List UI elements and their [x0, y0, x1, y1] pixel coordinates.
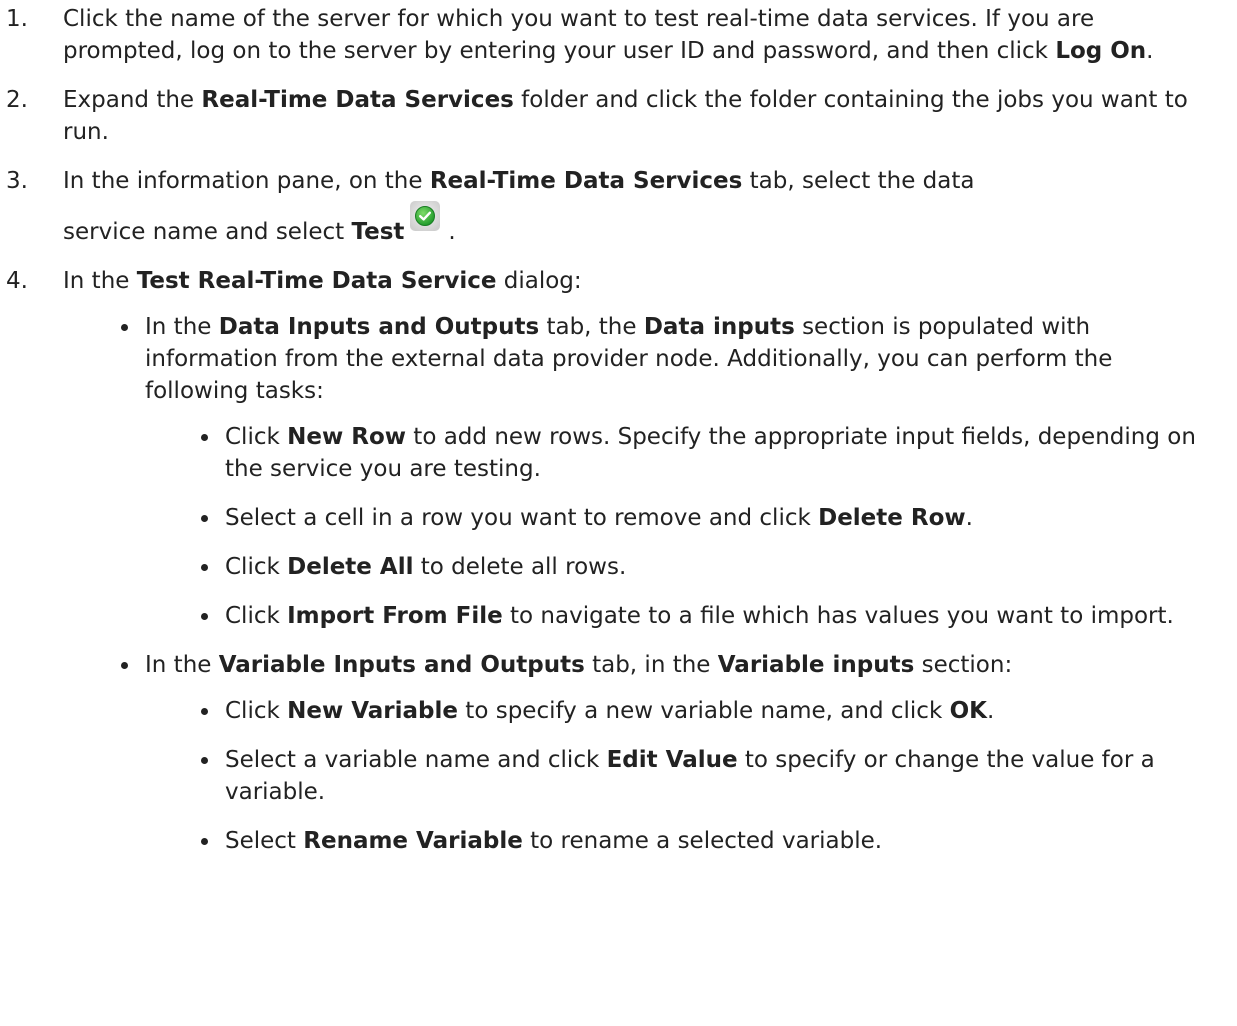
- ui-term: Test Real-Time Data Service: [136, 268, 497, 294]
- bullet-text: Click: [225, 424, 288, 450]
- ui-term: New Row: [287, 424, 406, 450]
- bullet-text: to specify a new variable name, and clic…: [458, 698, 950, 724]
- ui-term: Real-Time Data Services: [201, 87, 514, 113]
- step-text: In the: [63, 268, 137, 294]
- step-1: 1. Click the name of the server for whic…: [0, 3, 1237, 67]
- bullet-icon: [121, 324, 128, 331]
- bullet-icon: [201, 838, 208, 845]
- list-item: Click Delete All to delete all rows.: [145, 551, 1217, 583]
- bullet-text: Select: [225, 828, 304, 854]
- document-body: 1. Click the name of the server for whic…: [0, 0, 1237, 857]
- bullet-text: section:: [914, 652, 1013, 678]
- bullet-text: Select a variable name and click: [225, 747, 607, 773]
- list-item: In the Variable Inputs and Outputs tab, …: [63, 649, 1217, 857]
- bullet-text: .: [965, 505, 973, 531]
- bullet-text: In the: [145, 314, 219, 340]
- list-item: Select a variable name and click Edit Va…: [145, 744, 1217, 808]
- bullet-text: Select a cell in a row you want to remov…: [225, 505, 819, 531]
- ui-term: Edit Value: [606, 747, 738, 773]
- data-tasks-list: Click New Row to add new rows. Specify t…: [145, 421, 1217, 632]
- bullet-icon: [201, 564, 208, 571]
- step-2: 2. Expand the Real-Time Data Services fo…: [0, 84, 1237, 148]
- bullet-icon: [201, 613, 208, 620]
- step-text: Expand the: [63, 87, 202, 113]
- dialog-tabs-list: In the Data Inputs and Outputs tab, the …: [63, 311, 1217, 857]
- bullet-text: Click: [225, 603, 288, 629]
- list-item: In the Data Inputs and Outputs tab, the …: [63, 311, 1217, 632]
- steps-list: 1. Click the name of the server for whic…: [0, 3, 1237, 857]
- ui-term: Import From File: [287, 603, 503, 629]
- list-item: Select a cell in a row you want to remov…: [145, 502, 1217, 534]
- step-text: .: [1146, 38, 1154, 64]
- bullet-text: tab, in the: [584, 652, 718, 678]
- step-text: Click the name of the server for which y…: [63, 6, 1095, 64]
- bullet-text: to navigate to a file which has values y…: [502, 603, 1174, 629]
- bullet-text: .: [986, 698, 995, 724]
- ui-term: Variable Inputs and Outputs: [218, 652, 585, 678]
- step-4: 4. In the Test Real-Time Data Service di…: [0, 265, 1237, 857]
- step-text: In the information pane, on the: [63, 168, 430, 194]
- variable-tasks-list: Click New Variable to specify a new vari…: [145, 695, 1217, 857]
- ui-term: OK: [949, 698, 987, 724]
- list-item: Click Import From File to navigate to a …: [145, 600, 1217, 632]
- list-item: Select Rename Variable to rename a selec…: [145, 825, 1217, 857]
- step-text: dialog:: [496, 268, 582, 294]
- ui-term: Real-Time Data Services: [429, 168, 743, 194]
- step-text: tab, select the data: [742, 168, 975, 194]
- bullet-icon: [201, 434, 208, 441]
- bullet-text: Click: [225, 554, 288, 580]
- bullet-text: to rename a selected variable.: [522, 828, 883, 854]
- bullet-icon: [201, 708, 208, 715]
- bullet-icon: [201, 757, 208, 764]
- step-number: 2.: [6, 87, 28, 113]
- ui-term: Log On: [1055, 38, 1147, 64]
- ui-term: Test: [351, 219, 405, 245]
- bullet-text: tab, the: [539, 314, 644, 340]
- list-item: Click New Variable to specify a new vari…: [145, 695, 1217, 727]
- bullet-text: Click: [225, 698, 288, 724]
- ui-term: New Variable: [287, 698, 458, 724]
- ui-term: Variable inputs: [717, 652, 915, 678]
- ui-term: Rename Variable: [303, 828, 523, 854]
- list-item: Click New Row to add new rows. Specify t…: [145, 421, 1217, 485]
- bullet-icon: [121, 662, 128, 669]
- green-check-test-icon: [408, 201, 448, 242]
- ui-term: Delete Row: [818, 505, 966, 531]
- ui-term: Data Inputs and Outputs: [218, 314, 540, 340]
- step-number: 1.: [6, 6, 28, 32]
- step-3: 3. In the information pane, on the Real-…: [0, 165, 1237, 248]
- ui-term: Delete All: [287, 554, 414, 580]
- step-number: 3.: [6, 168, 28, 194]
- bullet-text: In the: [145, 652, 219, 678]
- step-text: .: [448, 219, 456, 245]
- step-line: service name and select Test .: [63, 201, 1217, 248]
- step-text: service name and select: [63, 219, 352, 245]
- bullet-icon: [201, 515, 208, 522]
- ui-term: Data inputs: [643, 314, 795, 340]
- step-number: 4.: [6, 268, 28, 294]
- bullet-text: to delete all rows.: [413, 554, 627, 580]
